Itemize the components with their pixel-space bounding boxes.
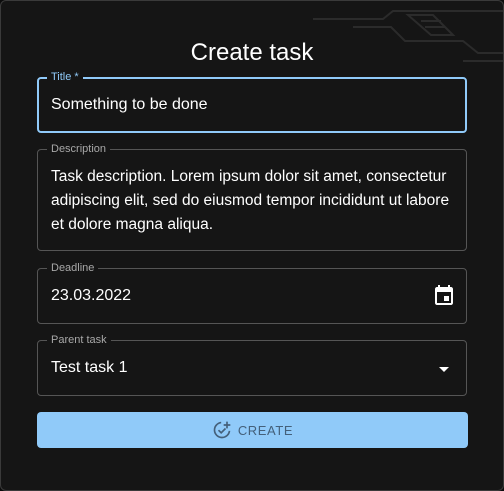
parent-task-select[interactable]: Parent task Test task 1: [37, 333, 467, 396]
description-field[interactable]: Description Task description. Lorem ipsu…: [37, 142, 467, 251]
calendar-icon[interactable]: [432, 283, 456, 307]
title-field-label: Title *: [47, 70, 83, 84]
title-input[interactable]: Something to be done: [51, 95, 208, 115]
deadline-field-label: Deadline: [47, 261, 99, 275]
arrow-drop-down-icon[interactable]: [432, 357, 456, 381]
create-button-label: CREATE: [237, 422, 294, 438]
add-task-icon: [213, 421, 231, 439]
parent-task-selected-value[interactable]: Test task 1: [51, 358, 127, 378]
description-textarea[interactable]: Task description. Lorem ipsum dolor sit …: [51, 165, 451, 237]
deadline-field[interactable]: Deadline 23.03.2022: [37, 261, 467, 324]
description-field-label: Description: [47, 142, 111, 156]
deadline-input[interactable]: 23.03.2022: [51, 286, 131, 306]
create-button[interactable]: CREATE: [37, 412, 468, 448]
dialog-title: Create task: [190, 39, 314, 66]
create-task-dialog: Create task Title * Something to be done…: [0, 0, 504, 491]
title-field[interactable]: Title * Something to be done: [37, 70, 467, 133]
parent-task-field-label: Parent task: [47, 333, 111, 347]
